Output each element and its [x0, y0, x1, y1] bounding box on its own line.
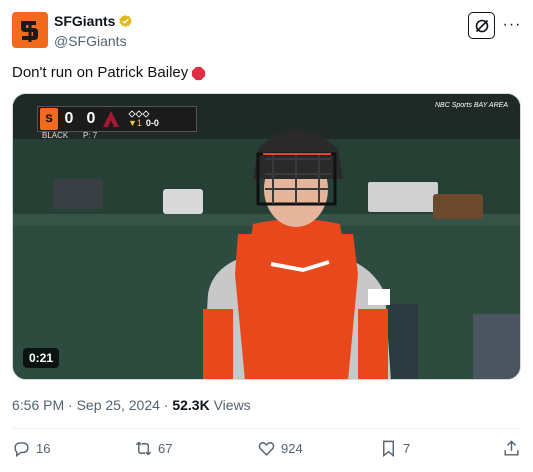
reply-button[interactable]: 16 — [12, 439, 50, 458]
meta-separator: · — [64, 397, 77, 413]
heart-icon — [258, 442, 275, 456]
pitch-count: P: 7 — [83, 131, 98, 140]
more-button[interactable]: ··· — [503, 16, 521, 34]
team-label: BLACK — [42, 131, 69, 140]
views-count: 52.3K — [172, 397, 210, 413]
account-info: SFGiants @SFGiants — [54, 13, 133, 50]
tweet-header: SFGiants @SFGiants ··· — [12, 12, 521, 50]
tweet-time[interactable]: 6:56 PM — [12, 397, 64, 413]
views-label: Views — [213, 397, 251, 413]
repost-icon — [135, 441, 152, 456]
bases-icon — [128, 109, 150, 118]
display-name[interactable]: SFGiants — [54, 13, 133, 30]
network-logo: NBC Sports BAY AREA — [435, 102, 508, 110]
inning: ▼1 — [128, 117, 142, 128]
grok-icon — [475, 19, 488, 32]
tweet-body: Don't run on Patrick Bailey — [12, 64, 189, 81]
more-icon: ··· — [502, 16, 522, 33]
game-state: ▼1 0-0 — [128, 109, 159, 129]
scorebug: S 0 0 ▼1 0-0 BLACK P: 7 — [37, 106, 197, 140]
sf-giants-avatar[interactable] — [12, 12, 48, 48]
video-duration: 0:21 — [23, 348, 60, 368]
sf-giants-logo-icon — [12, 12, 48, 48]
arizona-logo-icon — [103, 111, 119, 127]
stop-sign-emoji-icon — [192, 66, 206, 80]
display-name-text[interactable]: SFGiants — [54, 13, 115, 30]
ball-strike-count: 0-0 — [145, 117, 159, 128]
repost-count: 67 — [158, 441, 173, 456]
gold-verified-badge-icon — [119, 14, 133, 28]
network-label: NBC Sports BAY AREA — [434, 102, 508, 109]
share-icon — [504, 440, 519, 456]
reply-count: 16 — [36, 441, 51, 456]
away-score: 0 — [86, 110, 96, 127]
sf-logo-icon: S — [40, 108, 58, 130]
video-player[interactable]: S 0 0 ▼1 0-0 BLACK P: 7 NBC Sports BAY A… — [12, 93, 521, 380]
grok-button[interactable] — [468, 12, 495, 39]
action-bar: 16 67 924 7 — [12, 437, 521, 461]
bookmark-button[interactable]: 7 — [379, 439, 410, 458]
reply-icon — [14, 442, 29, 458]
home-score: 0 — [64, 110, 74, 127]
tweet-meta: 6:56 PM · Sep 25, 2024 · 52.3K Views — [12, 396, 251, 414]
like-button[interactable]: 924 — [257, 439, 303, 458]
divider — [12, 428, 521, 429]
bookmark-icon — [383, 440, 394, 458]
like-count: 924 — [281, 441, 303, 456]
repost-button[interactable]: 67 — [134, 439, 172, 458]
tweet-text: Don't run on Patrick Bailey — [12, 63, 206, 83]
bookmark-count: 7 — [403, 441, 411, 456]
tweet-date[interactable]: Sep 25, 2024 — [77, 397, 160, 413]
share-button[interactable] — [502, 439, 521, 458]
meta-separator-2: · — [159, 397, 173, 413]
account-handle[interactable]: @SFGiants — [54, 32, 133, 50]
